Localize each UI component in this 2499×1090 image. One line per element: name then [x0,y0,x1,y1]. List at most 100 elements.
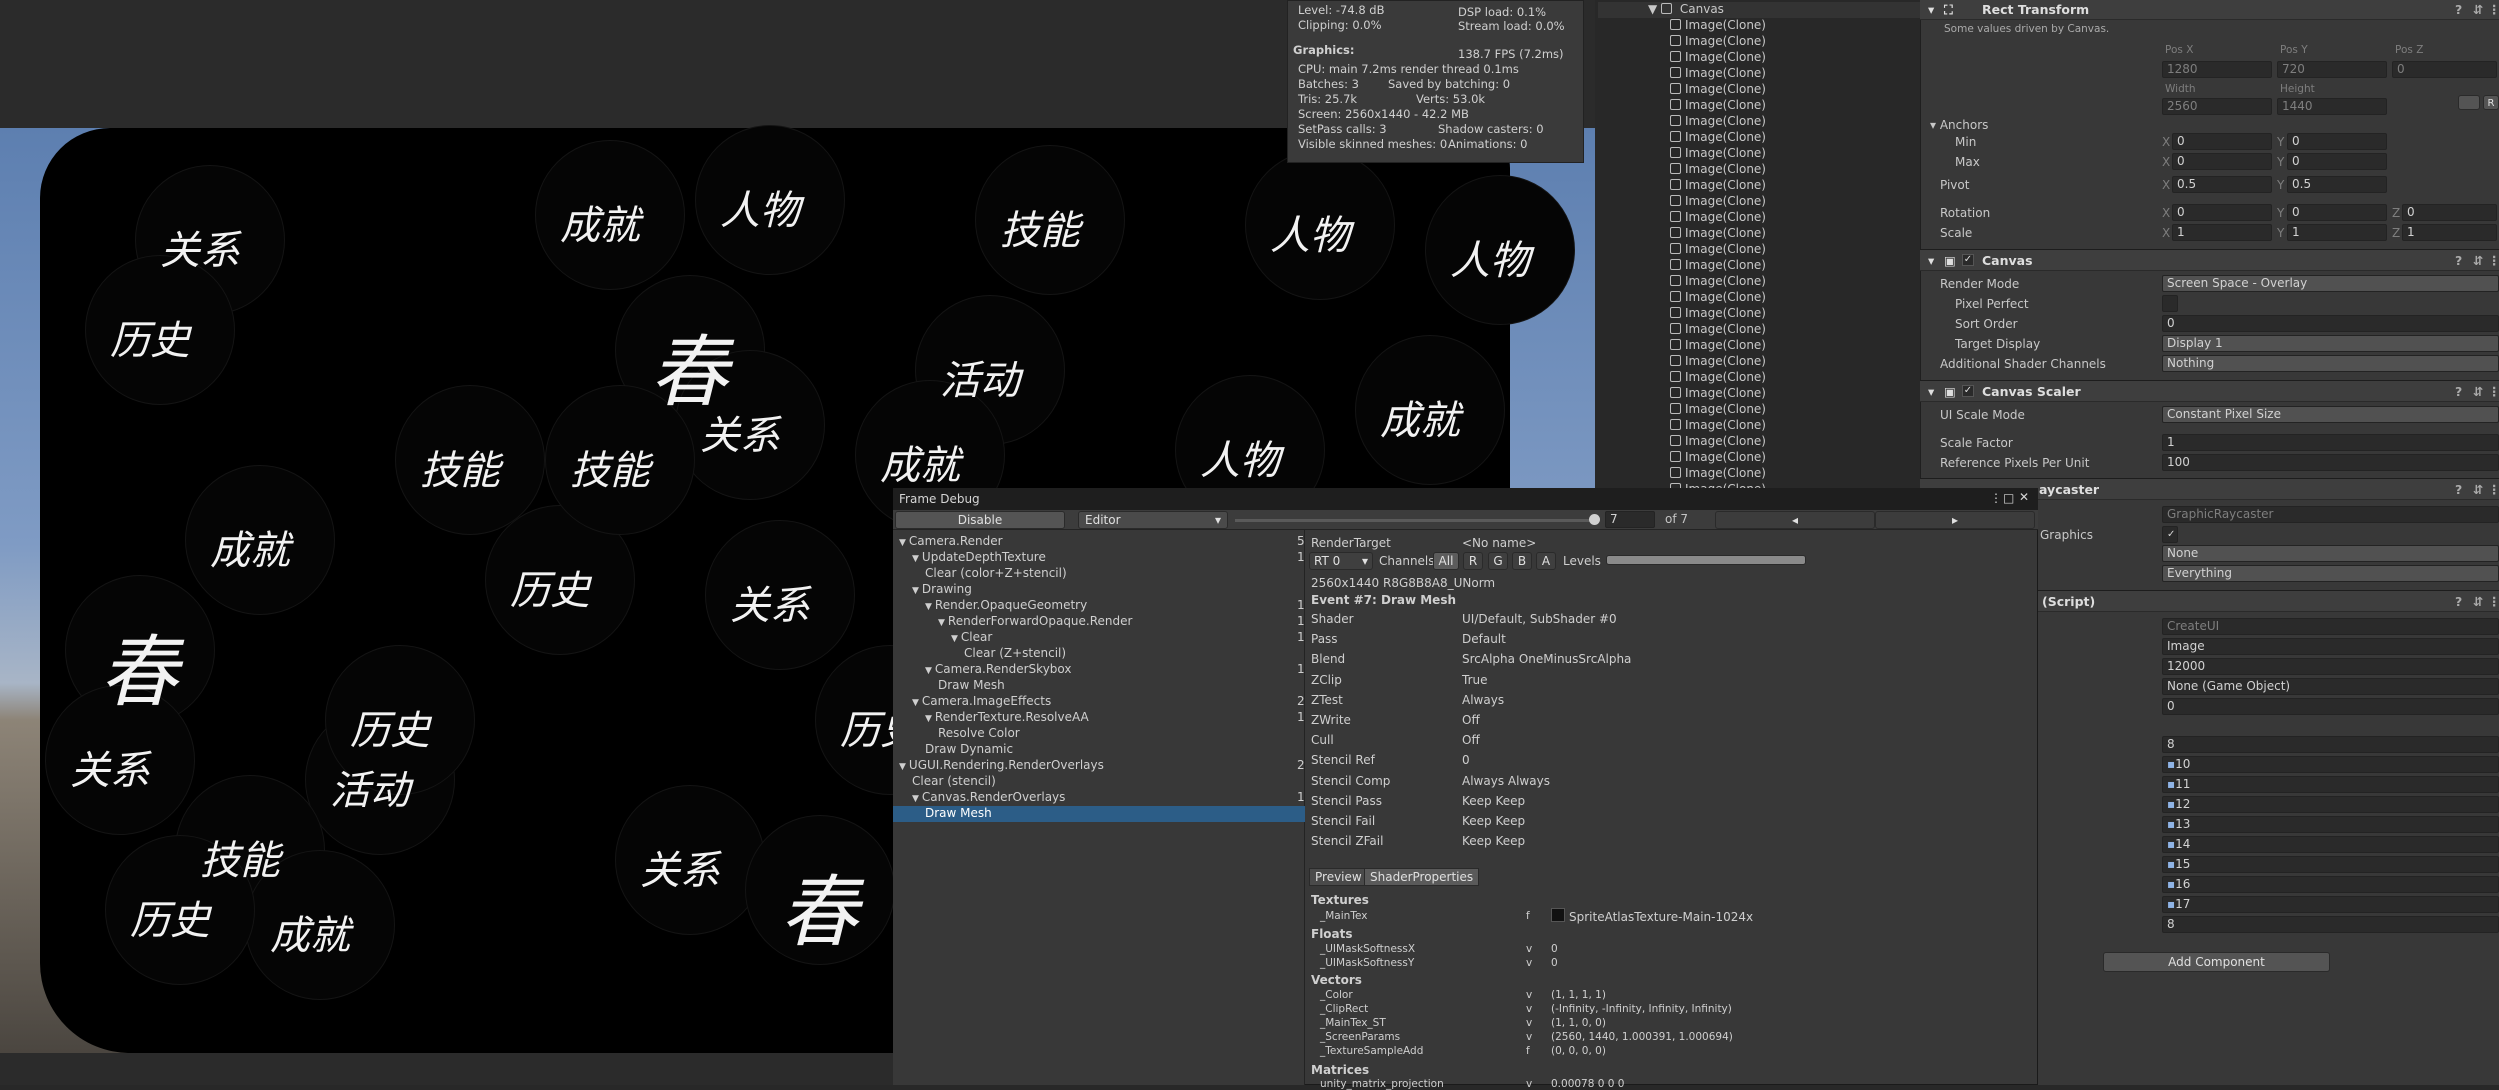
hierarchy-item-image-clone[interactable]: Image(Clone) [1598,210,1920,226]
axis-x-field[interactable]: 1 [2172,224,2272,241]
hierarchy-item-image-clone[interactable]: Image(Clone) [1598,98,1920,114]
hierarchy-item-image-clone[interactable]: Image(Clone) [1598,66,1920,82]
event-row[interactable]: ▼ Drawing [893,582,1305,598]
hierarchy-item-image-clone[interactable]: Image(Clone) [1598,386,1920,402]
preset-icon[interactable]: ⇵ [2473,482,2483,497]
help-icon[interactable]: ? [2455,2,2462,17]
shader-channels-dropdown[interactable]: Nothing [2162,355,2499,372]
tab-preview[interactable]: Preview [1309,868,1368,886]
hierarchy-item-image-clone[interactable]: Image(Clone) [1598,194,1920,210]
list-element-field[interactable]: ▪13 [2162,816,2499,833]
hierarchy-item-image-clone[interactable]: Image(Clone) [1598,34,1920,50]
frame-debug-titlebar[interactable]: Frame Debug ⋮ □ ✕ [893,488,2038,510]
enabled-checkbox[interactable]: ✓ [1962,385,1974,397]
expand-arrow-icon[interactable]: ▼ [899,762,906,772]
hierarchy-item-image-clone[interactable]: Image(Clone) [1598,338,1920,354]
event-row[interactable]: ▼ Canvas.RenderOverlays [893,790,1305,806]
axis-y-field[interactable]: 0.5 [2287,176,2387,193]
expand-arrow-icon[interactable]: ▼ [912,586,919,596]
preset-icon[interactable]: ⇵ [2473,2,2483,17]
scale-factor-field[interactable]: 1 [2162,434,2499,451]
help-icon[interactable]: ? [2455,253,2462,268]
sort-order-field[interactable]: 0 [2162,315,2499,332]
disable-button[interactable]: Disable [895,511,1065,529]
hierarchy-item-image-clone[interactable]: Image(Clone) [1598,242,1920,258]
event-index-field[interactable]: 7 [1605,511,1655,528]
event-row[interactable]: Draw Dynamic [893,742,1305,758]
more-options-icon[interactable]: ⋮ [1990,491,2002,505]
event-row[interactable]: Resolve Color [893,726,1305,742]
list-size-field-2[interactable]: 8 [2162,916,2499,933]
list-element-field[interactable]: ▪15 [2162,856,2499,873]
axis-y-field[interactable]: 0 [2287,133,2387,150]
event-row[interactable]: ▼ UGUI.Rendering.RenderOverlays [893,758,1305,774]
script-reference-field[interactable]: CreateUI [2162,618,2499,635]
expand-arrow-icon[interactable]: ▼ [912,554,919,564]
event-slider-track[interactable] [1235,519,1595,522]
enabled-checkbox[interactable]: ✓ [1962,254,1974,266]
list-element-field[interactable]: ▪17 [2162,896,2499,913]
hierarchy-item-image-clone[interactable]: Image(Clone) [1598,146,1920,162]
expand-arrow-icon[interactable]: ▼ [1648,2,1657,16]
event-row[interactable]: ▼ Camera.ImageEffects [893,694,1305,710]
hierarchy-item-image-clone[interactable]: Image(Clone) [1598,354,1920,370]
rect-transform-header[interactable]: ▾ ⛶ Rect Transform ? ⇵ ⋮ [1920,0,2499,20]
hierarchy-item-image-clone[interactable]: Image(Clone) [1598,82,1920,98]
axis-z-field[interactable]: 1 [2402,224,2497,241]
event-row[interactable]: ▼ RenderForwardOpaque.Render [893,614,1305,630]
prev-event-button[interactable]: ◂ [1715,511,1875,529]
hierarchy-item-image-clone[interactable]: Image(Clone) [1598,434,1920,450]
context-menu-icon[interactable]: ⋮ [2488,2,2499,17]
channel-b-button[interactable]: B [1512,552,1532,570]
add-component-button[interactable]: Add Component [2103,952,2330,972]
foldout-arrow-icon[interactable]: ▾ [1928,2,1934,17]
hierarchy-item-image-clone[interactable]: Image(Clone) [1598,322,1920,338]
texture-thumbnail-icon[interactable] [1551,908,1565,922]
hierarchy-item-image-clone[interactable]: Image(Clone) [1598,418,1920,434]
ref-ppu-field[interactable]: 100 [2162,454,2499,471]
canvas-scaler-header[interactable]: ▾ ▣ ✓ Canvas Scaler ? ⇵ ⋮ [1920,380,2499,402]
axis-y-field[interactable]: 0 [2287,204,2387,221]
ui-scale-mode-dropdown[interactable]: Constant Pixel Size [2162,406,2499,423]
context-menu-icon[interactable]: ⋮ [2488,594,2499,609]
anchors-label[interactable]: ▾ Anchors [1930,118,1988,132]
expand-arrow-icon[interactable]: ▼ [912,698,919,708]
hierarchy-item-image-clone[interactable]: Image(Clone) [1598,258,1920,274]
hierarchy-item-image-clone[interactable]: Image(Clone) [1598,290,1920,306]
hierarchy-item-image-clone[interactable]: Image(Clone) [1598,114,1920,130]
help-icon[interactable]: ? [2455,384,2462,399]
raycaster-script-field[interactable]: GraphicRaycaster [2162,506,2499,523]
render-mode-dropdown[interactable]: Screen Space - Overlay [2162,275,2499,292]
posy-field[interactable]: 720 [2277,61,2387,78]
axis-z-field[interactable]: 0 [2402,204,2497,221]
gameobject-field[interactable]: None (Game Object) [2162,678,2499,695]
maintex-value[interactable]: SpriteAtlasTexture-Main-1024x [1569,910,1753,924]
hierarchy-item-image-clone[interactable]: Image(Clone) [1598,466,1920,482]
list-element-field[interactable]: ▪11 [2162,776,2499,793]
hierarchy-item-image-clone[interactable]: Image(Clone) [1598,450,1920,466]
help-icon[interactable]: ? [2455,482,2462,497]
event-row[interactable]: ▼ Render.OpaqueGeometry [893,598,1305,614]
event-row[interactable]: ▼ Camera.RenderSkybox [893,662,1305,678]
foldout-arrow-icon[interactable]: ▾ [1928,384,1934,399]
foldout-arrow-icon[interactable]: ▾ [1928,253,1934,268]
zero-field[interactable]: 0 [2162,698,2499,715]
next-event-button[interactable]: ▸ [1875,511,2035,529]
hierarchy-item-image-clone[interactable]: Image(Clone) [1598,370,1920,386]
channel-a-button[interactable]: A [1536,552,1556,570]
event-row[interactable]: Clear (color+Z+stencil) [893,566,1305,582]
channel-g-button[interactable]: G [1488,552,1508,570]
expand-arrow-icon[interactable]: ▼ [925,714,932,724]
hierarchy-item-image-clone[interactable]: Image(Clone) [1598,402,1920,418]
axis-y-field[interactable]: 0 [2287,153,2387,170]
hierarchy-item-image-clone[interactable]: Image(Clone) [1598,226,1920,242]
event-row[interactable]: ▼ RenderTexture.ResolveAA [893,710,1305,726]
list-size-field[interactable]: 8 [2162,736,2499,753]
hierarchy-item-image-clone[interactable]: Image(Clone) [1598,18,1920,34]
expand-arrow-icon[interactable]: ▼ [938,618,945,628]
canvas-component-header[interactable]: ▾ ▣ ✓ Canvas ? ⇵ ⋮ [1920,249,2499,271]
event-row[interactable]: Clear (stencil) [893,774,1305,790]
list-element-field[interactable]: ▪10 [2162,756,2499,773]
axis-y-field[interactable]: 1 [2287,224,2387,241]
ignore-reversed-checkbox[interactable]: ✓ [2162,526,2178,543]
